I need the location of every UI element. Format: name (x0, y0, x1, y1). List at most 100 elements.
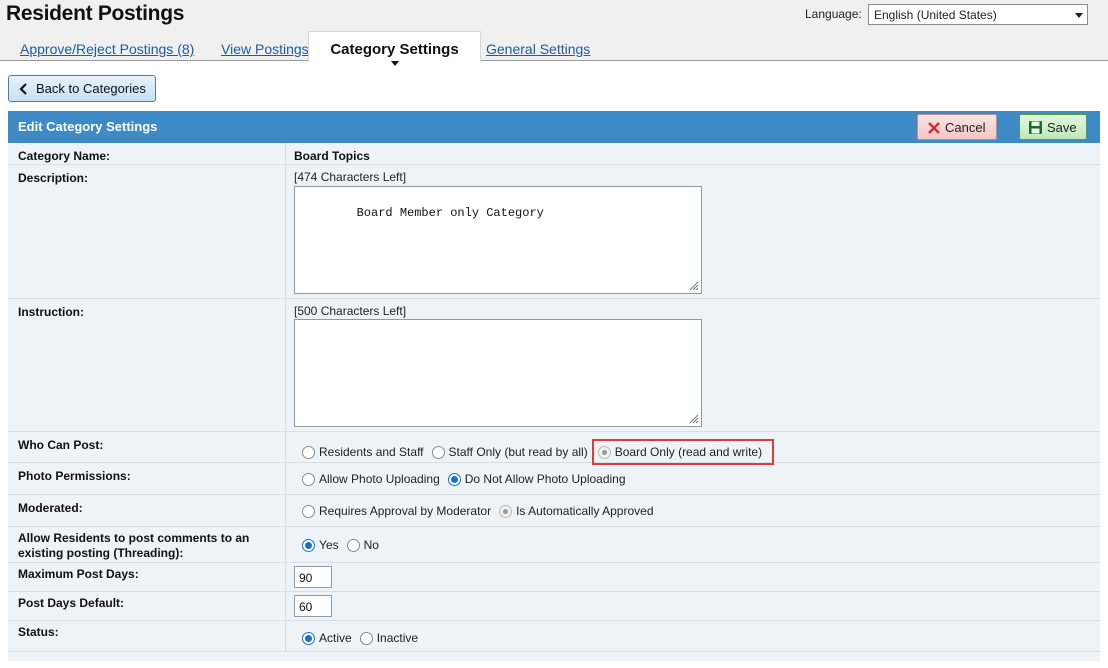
row-photo-permissions: Photo Permissions: Allow Photo Uploading… (8, 463, 1100, 495)
status-cell: Active Inactive (285, 621, 1100, 651)
radio-label: Board Only (read and write) (614, 445, 763, 459)
cancel-button[interactable]: Cancel (917, 114, 997, 140)
radio-allow-photo-uploading[interactable]: Allow Photo Uploading (302, 472, 440, 486)
max-post-days-cell: 90 (285, 563, 1100, 591)
resize-grip-icon[interactable] (687, 412, 699, 424)
resize-grip-icon[interactable] (687, 279, 699, 291)
back-to-categories-button[interactable]: Back to Categories (8, 75, 156, 102)
row-who-can-post: Who Can Post: Residents and Staff Staff … (8, 432, 1100, 465)
radio-residents-and-staff[interactable]: Residents and Staff (302, 445, 424, 459)
instruction-textarea[interactable] (294, 319, 702, 427)
photo-permissions-cell: Allow Photo Uploading Do Not Allow Photo… (285, 463, 1100, 494)
photo-permissions-label: Photo Permissions: (18, 469, 131, 483)
photo-permissions-radio-group: Allow Photo Uploading Do Not Allow Photo… (302, 472, 634, 486)
radio-requires-approval[interactable]: Requires Approval by Moderator (302, 504, 491, 518)
language-label: Language: (805, 7, 862, 21)
radio-label: Staff Only (but read by all) (448, 445, 588, 459)
tab-category-settings-label: Category Settings (330, 41, 459, 58)
threading-label: Allow Residents to post comments to an e… (18, 531, 250, 560)
radio-button[interactable] (447, 472, 461, 486)
post-days-default-label: Post Days Default: (18, 596, 125, 610)
instruction-cell: [500 Characters Left] (285, 299, 1100, 431)
max-post-days-label: Maximum Post Days: (18, 567, 139, 581)
who-can-post-label: Who Can Post: (18, 438, 104, 452)
radio-label: Requires Approval by Moderator (319, 504, 492, 518)
tab-view-postings[interactable]: View Postings (221, 41, 309, 57)
description-cell: [474 Characters Left] Board Member only … (285, 165, 1100, 298)
radio-label: No (363, 538, 379, 552)
radio-label: Inactive (376, 631, 419, 645)
status-label: Status: (18, 625, 59, 639)
max-post-days-input[interactable]: 90 (294, 566, 332, 588)
radio-label: Active (319, 631, 352, 645)
row-moderated: Moderated: Requires Approval by Moderato… (8, 495, 1100, 527)
moderated-label: Moderated: (18, 501, 83, 515)
language-select[interactable]: English (United States) (868, 4, 1088, 25)
who-can-post-radio-group: Residents and Staff Staff Only (but read… (302, 439, 775, 465)
threading-radio-group: Yes No (302, 538, 387, 552)
radio-label: Is Automatically Approved (516, 504, 654, 518)
radio-do-not-allow-photo-uploading[interactable]: Do Not Allow Photo Uploading (447, 472, 626, 486)
save-button[interactable]: Save (1019, 114, 1087, 140)
radio-button[interactable] (597, 445, 611, 459)
radio-board-only[interactable]: Board Only (read and write) (597, 445, 763, 459)
radio-button[interactable] (346, 538, 360, 552)
radio-label: Do Not Allow Photo Uploading (464, 472, 626, 486)
description-textarea[interactable]: Board Member only Category (294, 186, 702, 294)
description-chars-left: [474 Characters Left] (294, 170, 407, 184)
row-description: Description: [474 Characters Left] Board… (8, 165, 1100, 299)
radio-button[interactable] (359, 631, 373, 645)
tab-general-settings[interactable]: General Settings (486, 41, 590, 57)
description-label: Description: (18, 171, 89, 185)
floppy-disk-icon (1029, 121, 1042, 134)
radio-button[interactable] (302, 445, 315, 459)
description-text: Board Member only Category (356, 206, 544, 220)
radio-button[interactable] (499, 504, 513, 518)
radio-status-inactive[interactable]: Inactive (359, 631, 419, 645)
panel-title: Edit Category Settings (18, 119, 158, 134)
cancel-label: Cancel (945, 120, 986, 135)
row-status: Status: Active Inactive (8, 621, 1100, 652)
radio-threading-no[interactable]: No (346, 538, 379, 552)
tab-approve-reject-postings[interactable]: Approve/Reject Postings (8) (20, 41, 194, 57)
radio-label: Residents and Staff (319, 445, 424, 459)
threading-cell: Yes No (285, 527, 1100, 562)
radio-button[interactable] (302, 631, 315, 645)
row-category-name: Category Name: Board Topics (8, 143, 1100, 165)
close-icon (928, 122, 940, 134)
category-name-value: Board Topics (294, 149, 370, 163)
status-radio-group: Active Inactive (302, 631, 426, 645)
radio-button[interactable] (302, 538, 315, 552)
who-can-post-cell: Residents and Staff Staff Only (but read… (285, 432, 1100, 465)
row-max-post-days: Maximum Post Days: 90 (8, 563, 1100, 592)
row-instruction: Instruction: [500 Characters Left] (8, 299, 1100, 432)
moderated-radio-group: Requires Approval by Moderator Is Automa… (302, 504, 662, 518)
radio-automatically-approved[interactable]: Is Automatically Approved (499, 504, 654, 518)
language-select-value: English (United States) (874, 8, 997, 22)
radio-label: Allow Photo Uploading (319, 472, 440, 486)
tab-category-settings[interactable]: Category Settings (308, 31, 481, 66)
radio-staff-only[interactable]: Staff Only (but read by all) (431, 445, 588, 459)
radio-status-active[interactable]: Active (302, 631, 352, 645)
radio-button[interactable] (302, 472, 315, 486)
radio-threading-yes[interactable]: Yes (302, 538, 339, 552)
moderated-cell: Requires Approval by Moderator Is Automa… (285, 495, 1100, 526)
radio-button[interactable] (431, 445, 445, 459)
category-name-cell: Board Topics (285, 143, 1100, 164)
post-days-default-cell: 60 (285, 592, 1100, 620)
post-days-default-input[interactable]: 60 (294, 595, 332, 617)
save-label: Save (1047, 120, 1077, 135)
row-post-days-default: Post Days Default: 60 (8, 592, 1100, 621)
chevron-left-icon (19, 83, 27, 95)
back-button-label: Back to Categories (36, 81, 146, 96)
page-title: Resident Postings (6, 2, 185, 25)
caret-down-icon (391, 61, 399, 66)
highlight-box: Board Only (read and write) (591, 439, 775, 465)
category-settings-form: Category Name: Board Topics Description:… (8, 143, 1100, 661)
category-name-label: Category Name: (18, 149, 111, 163)
radio-label: Yes (319, 538, 339, 552)
instruction-chars-left: [500 Characters Left] (294, 304, 407, 318)
instruction-label: Instruction: (18, 305, 84, 319)
radio-button[interactable] (302, 504, 315, 518)
chevron-down-icon (1075, 13, 1083, 18)
